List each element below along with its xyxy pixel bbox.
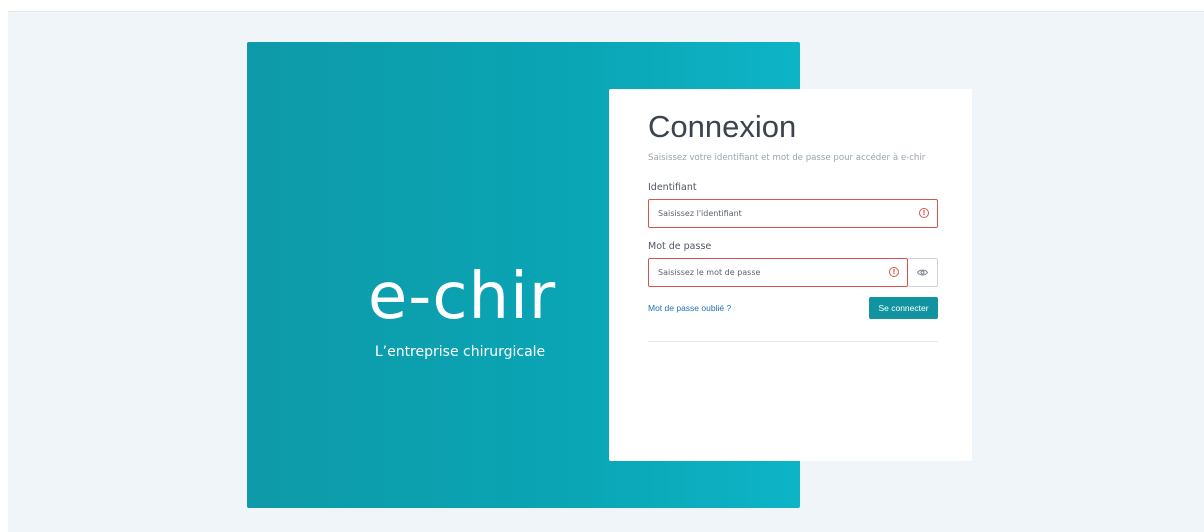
password-field[interactable]: ! [648, 258, 908, 287]
forgot-password-link[interactable]: Mot de passe oublié ? [648, 303, 731, 313]
identifier-input[interactable] [649, 200, 898, 227]
login-subtitle: Saisissez votre identifiant et mot de pa… [648, 153, 926, 163]
divider [648, 341, 938, 342]
brand-logo: e-chir [367, 260, 557, 334]
login-card: Connexion Saisissez votre identifiant et… [609, 89, 972, 461]
identifier-field[interactable]: ! [648, 199, 938, 228]
eye-icon [917, 269, 928, 276]
error-circle-icon: ! [889, 267, 899, 277]
page-title: Connexion [648, 109, 797, 144]
identifier-label: Identifiant [648, 182, 697, 193]
show-password-button[interactable] [908, 258, 938, 287]
error-circle-icon: ! [919, 208, 929, 218]
password-label: Mot de passe [648, 241, 712, 252]
password-input[interactable] [649, 259, 898, 286]
login-submit-button[interactable]: Se connecter [869, 297, 938, 319]
brand-tagline: L’entreprise chirurgicale [374, 344, 546, 360]
